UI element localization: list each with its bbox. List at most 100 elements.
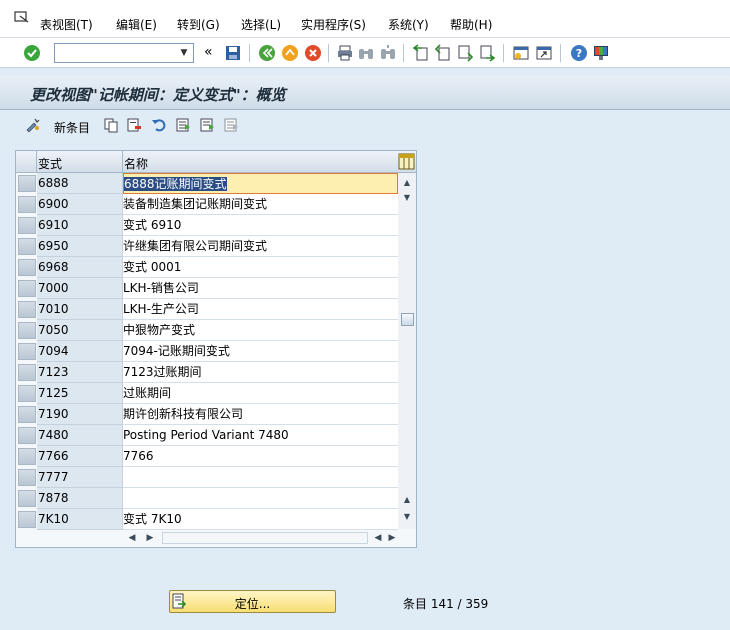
name-cell[interactable]: 许继集团有限公司期间变式 [123, 236, 398, 257]
table-row[interactable]: 7190 期许创新科技有限公司 [16, 404, 398, 425]
row-selector[interactable] [18, 238, 36, 255]
name-cell[interactable]: 中狠物产变式 [123, 320, 398, 341]
row-selector[interactable] [18, 364, 36, 381]
row-selector[interactable] [18, 469, 36, 486]
variant-cell[interactable]: 6910 [37, 215, 123, 236]
variant-cell[interactable]: 7125 [37, 383, 123, 404]
menu-table-view[interactable]: 表视图(T) [40, 16, 93, 33]
variant-cell[interactable]: 7480 [37, 425, 123, 446]
name-cell[interactable] [123, 488, 398, 509]
scroll-left-icon[interactable]: ◀ [126, 531, 138, 545]
name-cell[interactable]: 变式 0001 [123, 257, 398, 278]
name-cell[interactable]: 7094-记账期间变式 [123, 341, 398, 362]
variant-cell[interactable]: 7000 [37, 278, 123, 299]
table-row[interactable]: 7480 Posting Period Variant 7480 [16, 425, 398, 446]
variant-cell[interactable]: 7010 [37, 299, 123, 320]
create-session-icon[interactable] [512, 44, 530, 62]
variant-cell[interactable]: 7190 [37, 404, 123, 425]
scroll-left-end-icon[interactable]: ◀ [372, 531, 384, 545]
help-icon[interactable]: ? [570, 44, 588, 62]
column-header-variant[interactable]: 变式 [38, 155, 62, 172]
name-cell[interactable]: 过账期间 [123, 383, 398, 404]
row-selector[interactable] [18, 385, 36, 402]
cancel-icon[interactable] [304, 44, 322, 62]
table-row[interactable]: 7766 7766 [16, 446, 398, 467]
row-selector[interactable] [18, 301, 36, 318]
table-row[interactable]: 6950 许继集团有限公司期间变式 [16, 236, 398, 257]
menu-edit[interactable]: 编辑(E) [116, 16, 157, 33]
variant-cell[interactable]: 6950 [37, 236, 123, 257]
row-selector[interactable] [18, 490, 36, 507]
row-selector[interactable] [18, 427, 36, 444]
name-cell[interactable]: 变式 6910 [123, 215, 398, 236]
name-cell[interactable]: LKH-生产公司 [123, 299, 398, 320]
horizontal-scroll-track[interactable] [162, 532, 368, 544]
save-icon[interactable] [224, 44, 242, 62]
delete-icon[interactable] [126, 117, 142, 133]
row-selector[interactable] [18, 259, 36, 276]
command-history-icon[interactable]: « [204, 44, 213, 60]
column-divider[interactable] [122, 151, 123, 172]
variant-cell[interactable]: 7050 [37, 320, 123, 341]
previous-page-icon[interactable] [434, 44, 452, 62]
variant-cell[interactable]: 7K10 [37, 509, 123, 530]
menu-system[interactable]: 系统(Y) [388, 16, 429, 33]
variant-cell[interactable]: 6968 [37, 257, 123, 278]
variant-cell[interactable]: 7123 [37, 362, 123, 383]
last-page-icon[interactable] [478, 44, 496, 62]
row-selector[interactable] [18, 196, 36, 213]
select-all-icon[interactable] [175, 117, 191, 133]
find-icon[interactable] [357, 44, 375, 62]
copy-icon[interactable] [103, 117, 119, 133]
row-selector[interactable] [18, 406, 36, 423]
row-selector[interactable] [18, 322, 36, 339]
next-page-icon[interactable] [456, 44, 474, 62]
undo-icon[interactable] [151, 117, 167, 133]
table-row[interactable]: 6888 6888记账期间变式 [16, 173, 398, 194]
table-settings-icon[interactable] [398, 153, 415, 170]
position-button[interactable]: 定位... [169, 590, 336, 613]
table-row[interactable]: 7000 LKH-销售公司 [16, 278, 398, 299]
row-selector[interactable] [18, 343, 36, 360]
scroll-right-icon[interactable]: ▶ [144, 531, 156, 545]
table-row[interactable]: 7094 7094-记账期间变式 [16, 341, 398, 362]
customize-layout-icon[interactable] [592, 44, 610, 62]
select-all-rows-button[interactable] [16, 151, 37, 172]
shortcut-icon[interactable] [535, 44, 553, 62]
column-header-name[interactable]: 名称 [124, 155, 148, 172]
table-row[interactable]: 7050 中狠物产变式 [16, 320, 398, 341]
enter-check-icon[interactable] [23, 44, 41, 62]
variant-cell[interactable]: 7094 [37, 341, 123, 362]
name-cell[interactable]: 7766 [123, 446, 398, 467]
table-row[interactable]: 7125 过账期间 [16, 383, 398, 404]
table-row[interactable]: 7123 7123过账期间 [16, 362, 398, 383]
variant-cell[interactable]: 7766 [37, 446, 123, 467]
name-cell[interactable]: 装备制造集团记账期间变式 [123, 194, 398, 215]
name-cell[interactable]: 变式 7K10 [123, 509, 398, 530]
vertical-scrollbar[interactable]: ▲ ▼ ▲ ▼ [398, 173, 416, 529]
display-change-icon[interactable] [25, 117, 41, 133]
table-row[interactable]: 7777 [16, 467, 398, 488]
row-selector[interactable] [18, 448, 36, 465]
row-selector[interactable] [18, 280, 36, 297]
menu-goto[interactable]: 转到(G) [177, 16, 220, 33]
name-cell[interactable]: Posting Period Variant 7480 [123, 425, 398, 446]
scroll-down-icon[interactable]: ▼ [400, 510, 414, 524]
chevron-down-icon[interactable]: ▼ [177, 46, 191, 60]
back-icon[interactable] [258, 44, 276, 62]
new-entries-button[interactable]: 新条目 [54, 119, 90, 136]
find-next-icon[interactable] [379, 44, 397, 62]
page-down-icon[interactable]: ▼ [400, 191, 414, 205]
menu-utilities[interactable]: 实用程序(S) [301, 16, 366, 33]
name-cell[interactable]: 期许创新科技有限公司 [123, 404, 398, 425]
table-row[interactable]: 7010 LKH-生产公司 [16, 299, 398, 320]
name-cell[interactable]: 6888记账期间变式 [123, 173, 398, 194]
table-row[interactable]: 6968 变式 0001 [16, 257, 398, 278]
table-row[interactable]: 7878 [16, 488, 398, 509]
scroll-right-end-icon[interactable]: ▶ [386, 531, 398, 545]
scroll-thumb[interactable] [401, 313, 414, 326]
first-page-icon[interactable] [412, 44, 430, 62]
row-selector[interactable] [18, 175, 36, 192]
name-cell[interactable] [123, 467, 398, 488]
horizontal-scrollbar[interactable]: ◀ ▶ ◀ ▶ [122, 529, 398, 547]
